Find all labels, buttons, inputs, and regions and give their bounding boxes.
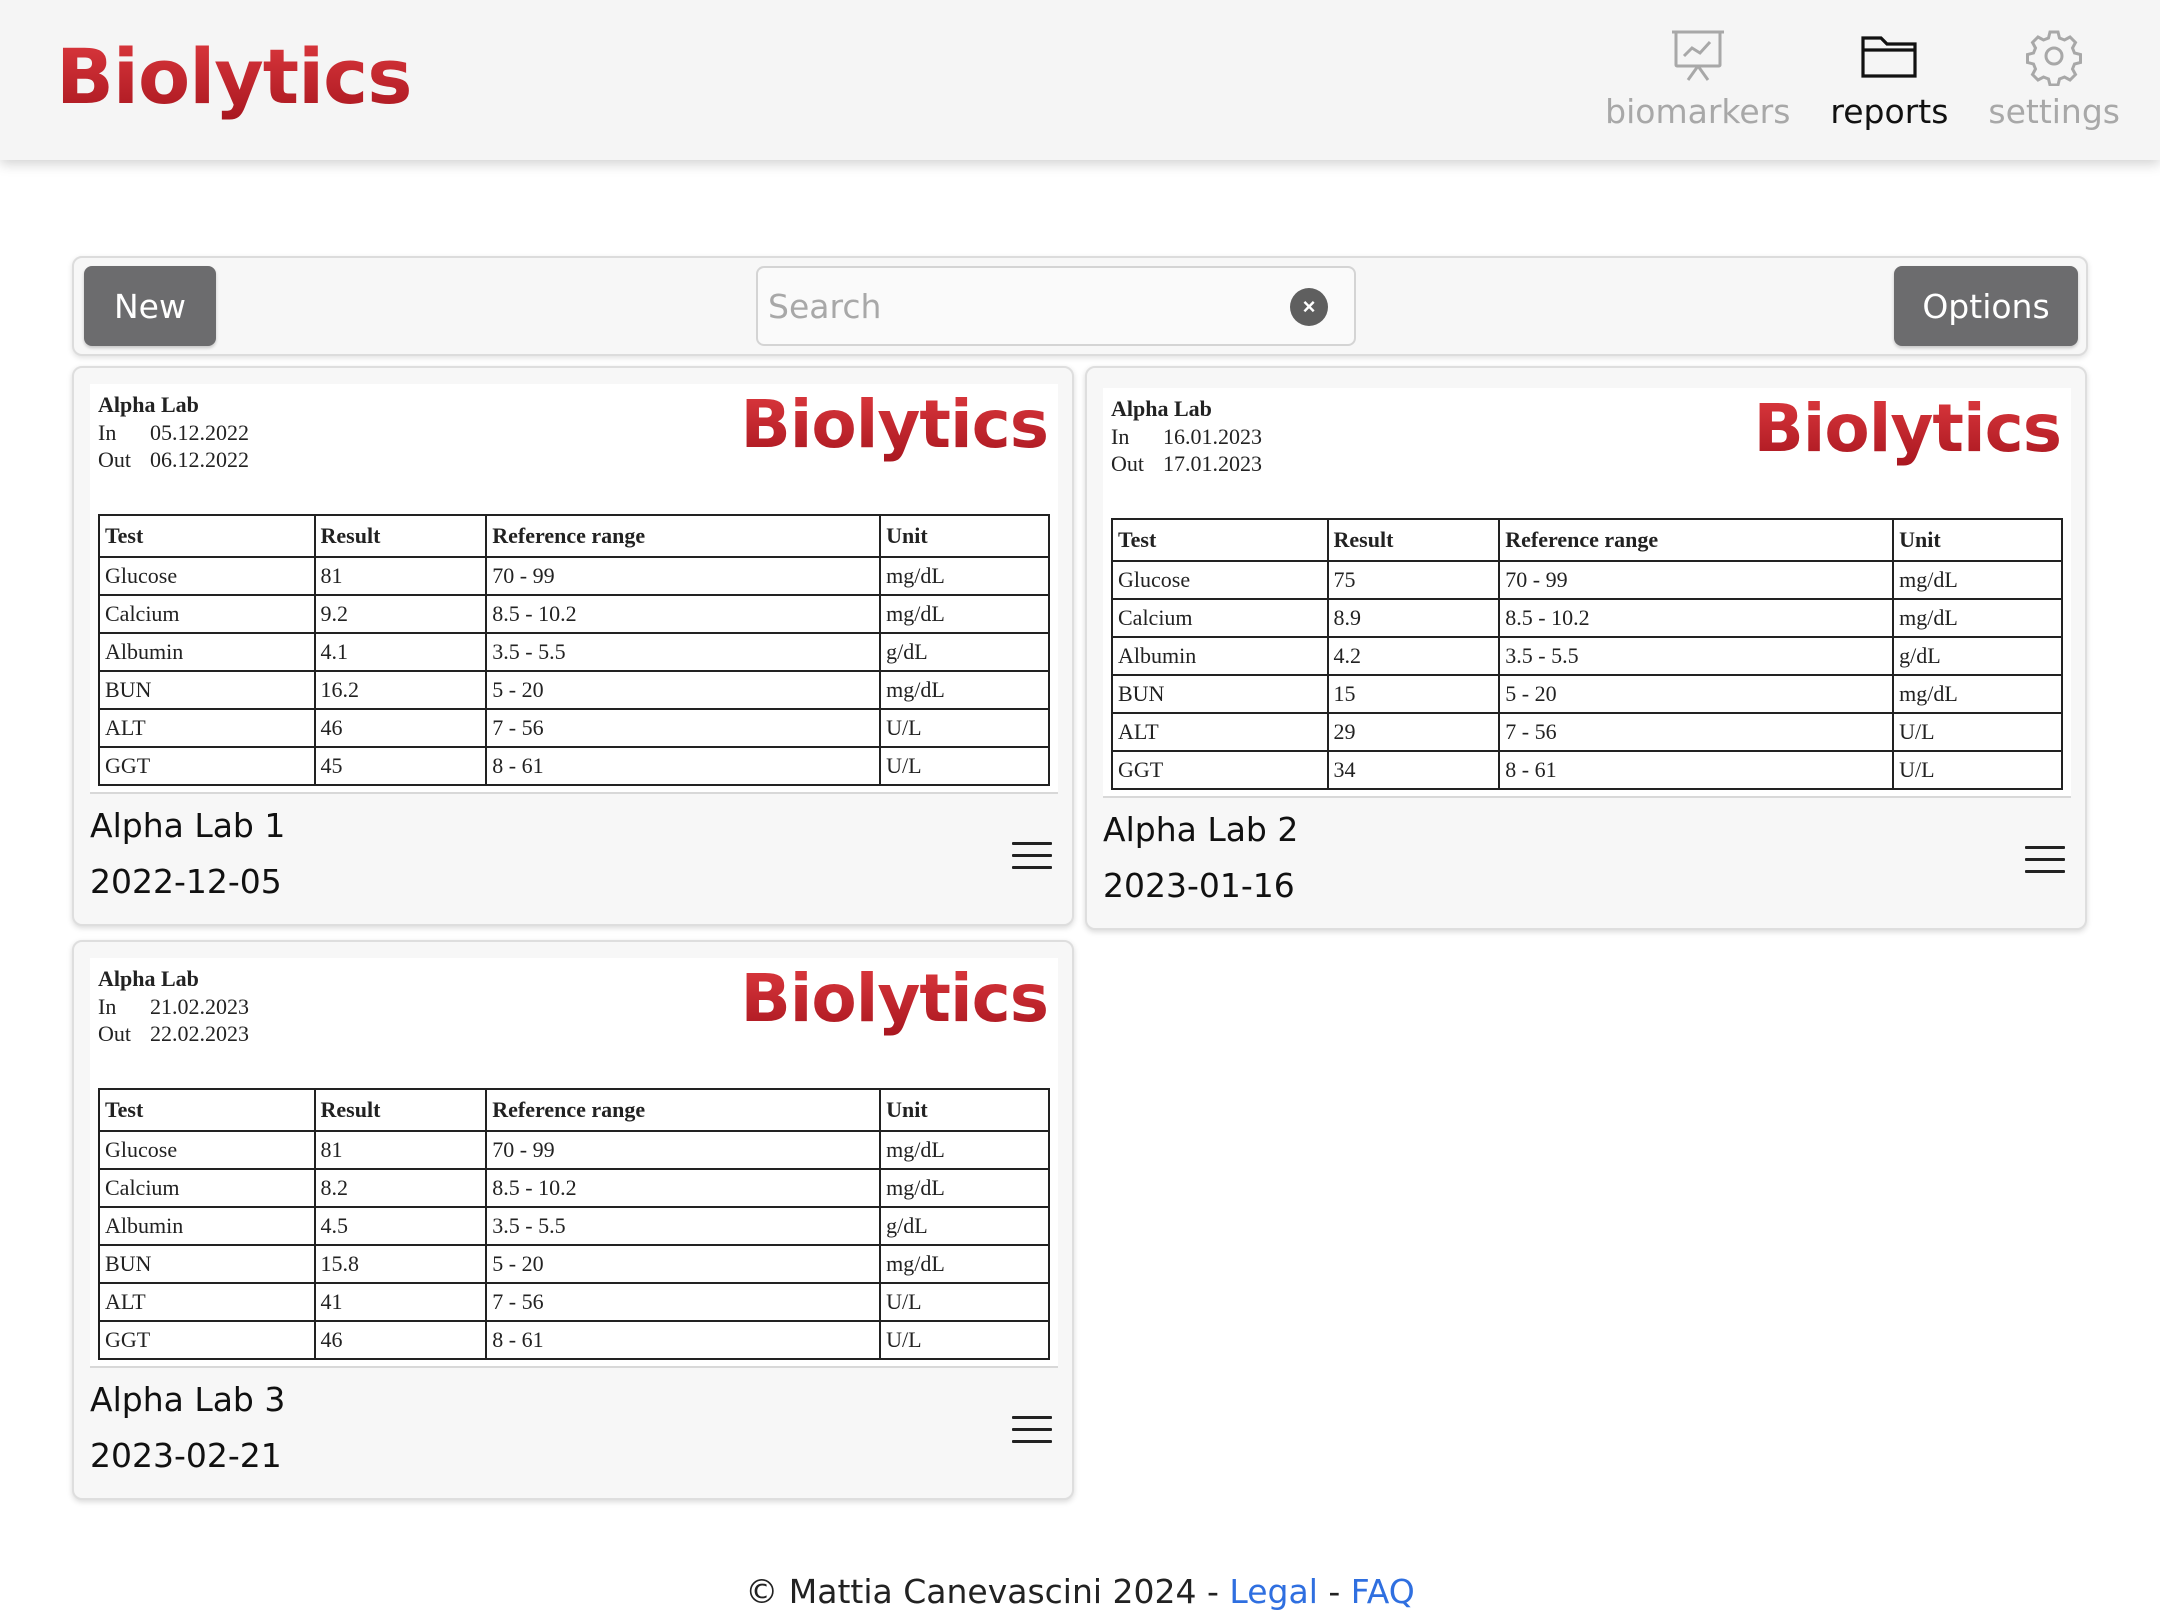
report-logo: Biolytics xyxy=(740,960,1049,1037)
legal-link[interactable]: Legal xyxy=(1229,1572,1317,1611)
table-row: Calcium 9.2 8.5 - 10.2 mg/dL xyxy=(98,594,1050,634)
nav-item-biomarkers[interactable]: biomarkers xyxy=(1605,26,1790,131)
gear-icon xyxy=(2026,30,2083,86)
table-row: Albumin 4.2 3.5 - 5.5 g/dL xyxy=(1111,636,2063,676)
results-table: Test Result Reference range Unit Glucose 75 7… xyxy=(1111,518,2063,790)
date-out: Out 22.02.2023 xyxy=(98,1021,249,1046)
report-title: Alpha Lab 1 xyxy=(90,806,286,845)
lab-name: Alpha Lab xyxy=(98,966,199,991)
nav-item-reports[interactable]: reports xyxy=(1830,26,1948,131)
chart-board-icon xyxy=(1671,30,1724,81)
results-table: Test Result Reference range Unit Glucose 81 7… xyxy=(98,514,1050,786)
reports-toolbar: New × Options xyxy=(72,256,2088,356)
date-out: Out 06.12.2022 xyxy=(98,447,249,472)
table-row: BUN 15 5 - 20 mg/dL xyxy=(1111,674,2063,714)
table-row: Albumin 4.5 3.5 - 5.5 g/dL xyxy=(98,1206,1050,1246)
table-row: Glucose 81 70 - 99 mg/dL xyxy=(98,556,1050,596)
faq-link[interactable]: FAQ xyxy=(1351,1572,1415,1611)
report-logo: Biolytics xyxy=(740,386,1049,463)
table-row: GGT 45 8 - 61 U/L xyxy=(98,746,1050,786)
table-row: ALT 41 7 - 56 U/L xyxy=(98,1282,1050,1322)
table-row: Calcium 8.2 8.5 - 10.2 mg/dL xyxy=(98,1168,1050,1208)
search-input[interactable] xyxy=(758,268,1354,344)
brand-logo[interactable]: Biolytics xyxy=(56,32,412,121)
report-logo: Biolytics xyxy=(1753,390,2062,467)
table-row: GGT 34 8 - 61 U/L xyxy=(1111,750,2063,790)
options-button[interactable]: Options xyxy=(1894,266,2078,346)
date-out: Out 17.01.2023 xyxy=(1111,451,1262,476)
table-row: BUN 16.2 5 - 20 mg/dL xyxy=(98,670,1050,710)
copyright-text: © Mattia Canevascini 2024 - xyxy=(745,1572,1230,1611)
hamburger-menu-icon[interactable] xyxy=(1012,842,1052,874)
table-row: Albumin 4.1 3.5 - 5.5 g/dL xyxy=(98,632,1050,672)
footer-separator: - xyxy=(1317,1572,1351,1611)
report-date: 2023-01-16 xyxy=(1103,866,1295,905)
table-row: ALT 46 7 - 56 U/L xyxy=(98,708,1050,748)
table-row: GGT 46 8 - 61 U/L xyxy=(98,1320,1050,1360)
report-preview: Alpha Lab In 16.01.2023 Out 17.01.2023 Bio… xyxy=(1103,388,2071,798)
report-title: Alpha Lab 2 xyxy=(1103,810,1299,849)
folder-icon xyxy=(1861,36,1917,78)
app-header: Biolytics biomarkers reports settings xyxy=(0,0,2160,160)
report-preview: Alpha Lab In 21.02.2023 Out 22.02.2023 Bio… xyxy=(90,958,1058,1368)
clear-search-icon[interactable]: × xyxy=(1290,288,1328,326)
table-row: Glucose 81 70 - 99 mg/dL xyxy=(98,1130,1050,1170)
hamburger-menu-icon[interactable] xyxy=(1012,1416,1052,1448)
report-card[interactable]: Alpha Lab In 16.01.2023 Out 17.01.2023 Bio… xyxy=(1085,366,2087,930)
table-row: Calcium 8.9 8.5 - 10.2 mg/dL xyxy=(1111,598,2063,638)
date-in: In 21.02.2023 xyxy=(98,994,249,1019)
search-box: × xyxy=(756,266,1356,346)
lab-name: Alpha Lab xyxy=(98,392,199,417)
report-card[interactable]: Alpha Lab In 21.02.2023 Out 22.02.2023 Bio… xyxy=(72,940,1074,1500)
main-nav: biomarkers reports settings xyxy=(1565,26,2120,131)
page-footer: © Mattia Canevascini 2024 - Legal - FAQ xyxy=(0,1572,2160,1611)
report-card[interactable]: Alpha Lab In 05.12.2022 Out 06.12.2022 Bio… xyxy=(72,366,1074,926)
nav-label-biomarkers: biomarkers xyxy=(1605,92,1791,131)
nav-label-settings: settings xyxy=(1988,92,2120,131)
nav-label-reports: reports xyxy=(1830,92,1949,131)
nav-item-settings[interactable]: settings xyxy=(1988,26,2120,131)
hamburger-menu-icon[interactable] xyxy=(2025,846,2065,878)
report-preview: Alpha Lab In 05.12.2022 Out 06.12.2022 Bio… xyxy=(90,384,1058,794)
report-title: Alpha Lab 3 xyxy=(90,1380,286,1419)
lab-name: Alpha Lab xyxy=(1111,396,1212,421)
table-row: BUN 15.8 5 - 20 mg/dL xyxy=(98,1244,1050,1284)
results-table: Test Result Reference range Unit Glucose 81 7… xyxy=(98,1088,1050,1360)
date-in: In 05.12.2022 xyxy=(98,420,249,445)
date-in: In 16.01.2023 xyxy=(1111,424,1262,449)
new-button[interactable]: New xyxy=(84,266,216,346)
report-date: 2022-12-05 xyxy=(90,862,282,901)
report-date: 2023-02-21 xyxy=(90,1436,282,1475)
table-row: ALT 29 7 - 56 U/L xyxy=(1111,712,2063,752)
table-row: Glucose 75 70 - 99 mg/dL xyxy=(1111,560,2063,600)
